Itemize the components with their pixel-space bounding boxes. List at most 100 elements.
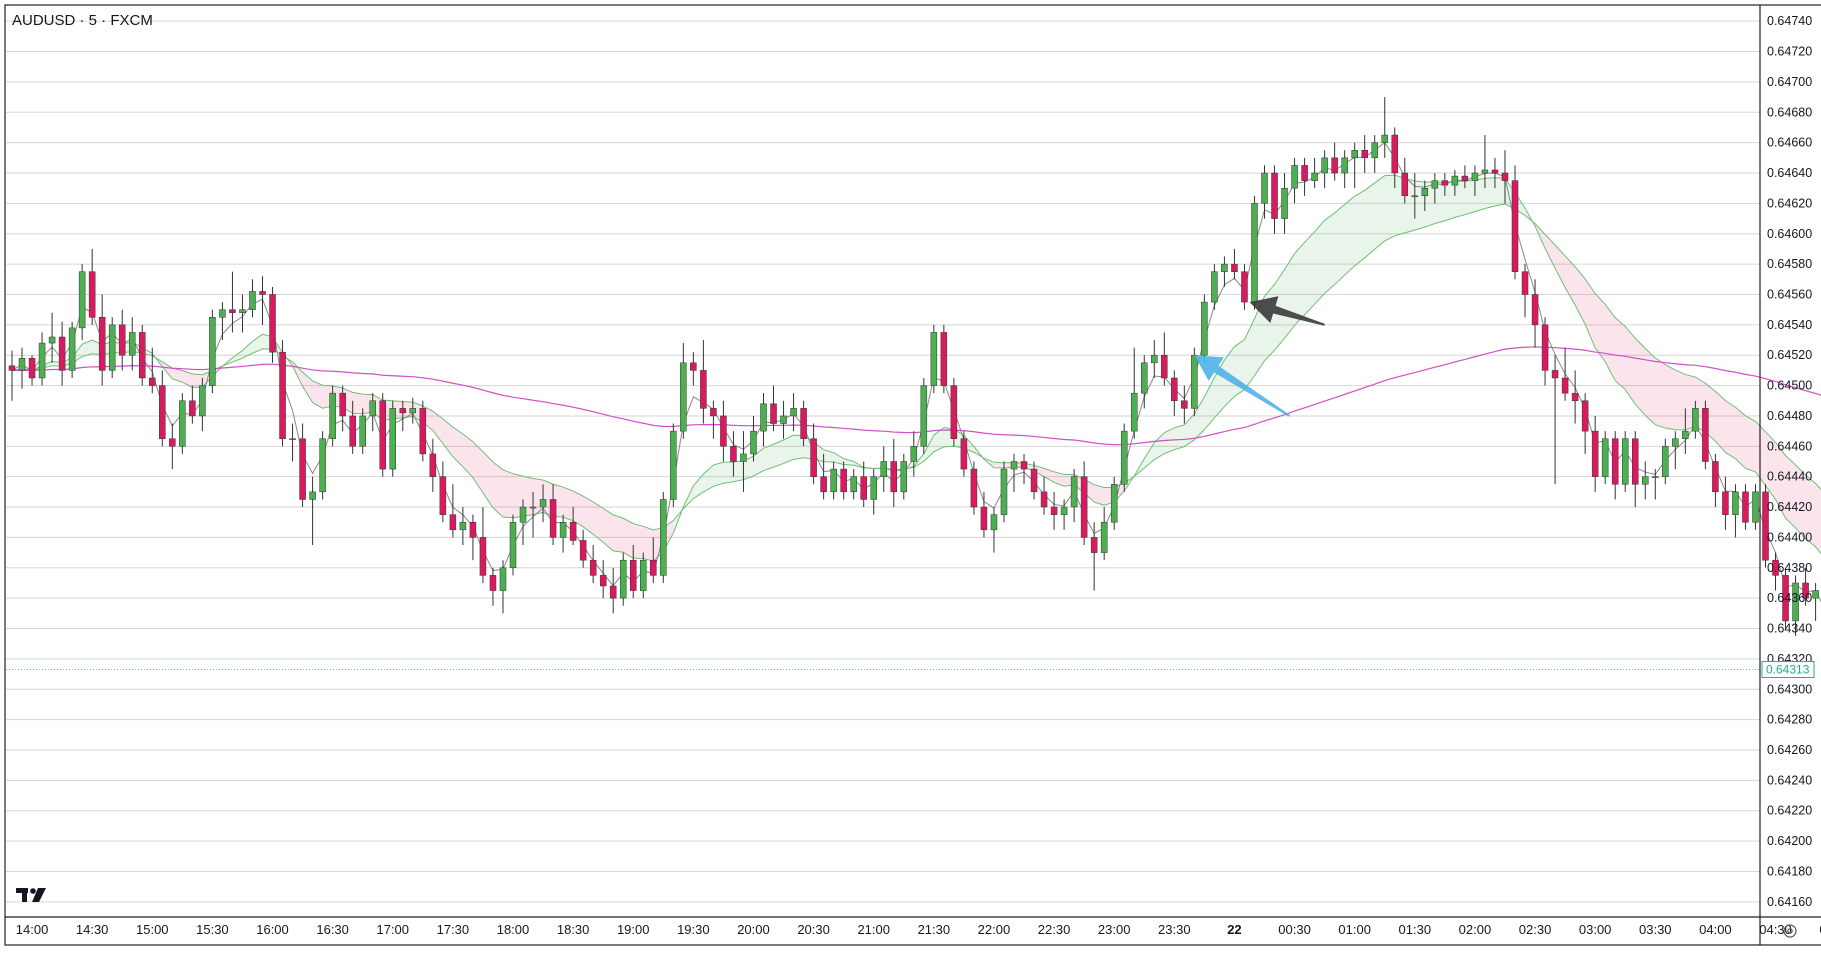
candle[interactable]	[1762, 484, 1769, 568]
candle-body-up	[660, 499, 667, 576]
candle[interactable]	[670, 423, 677, 508]
y-tick-label: 0.64660	[1767, 136, 1812, 150]
candle-body-down	[609, 585, 617, 599]
logo-stem	[22, 888, 27, 902]
candle[interactable]	[279, 340, 286, 447]
candle[interactable]	[920, 377, 928, 454]
candle-body-down	[58, 336, 66, 371]
x-tick-label: 18:00	[497, 922, 530, 937]
candle-body-down	[1722, 491, 1729, 515]
band-segment	[623, 518, 634, 559]
x-tick-label: 04:00	[1699, 922, 1732, 937]
candle[interactable]	[1201, 294, 1208, 363]
candle[interactable]	[379, 393, 386, 477]
band-segment	[1735, 407, 1746, 469]
y-tick-label: 0.64160	[1767, 895, 1812, 909]
x-tick-label: 22:30	[1038, 922, 1071, 937]
candle-body-up	[219, 309, 226, 318]
candle[interactable]	[1251, 195, 1258, 310]
candle-body-up	[78, 271, 86, 329]
candle-body-down	[700, 370, 707, 409]
chart-container[interactable]: 0.64740 0.64720 0.64700 0.64680 0.64660 0.646…	[0, 0, 1821, 950]
candle-body-down	[28, 358, 36, 379]
candle-body-down	[840, 468, 847, 493]
candle-body-up	[1100, 521, 1108, 553]
candle-body-down	[299, 438, 306, 500]
candle[interactable]	[108, 317, 116, 378]
candle[interactable]	[1120, 423, 1128, 492]
candle[interactable]	[1702, 400, 1709, 470]
band-segment	[502, 469, 513, 518]
candle-body-up	[1381, 134, 1388, 143]
candle-body-up	[128, 332, 136, 356]
candle[interactable]	[950, 377, 958, 447]
candle-body-up	[640, 559, 647, 591]
candle-body-up	[750, 430, 757, 455]
band-segment	[1785, 455, 1796, 529]
candle-body-up	[1151, 354, 1158, 364]
candle-body-down	[690, 362, 697, 371]
candle-body-up	[239, 309, 246, 313]
band-segment	[633, 523, 644, 559]
candle[interactable]	[1110, 476, 1118, 530]
candle[interactable]	[329, 385, 336, 447]
band-segment	[1454, 181, 1465, 218]
candle[interactable]	[940, 324, 948, 394]
candle[interactable]	[970, 461, 978, 515]
candle-body-down	[589, 559, 597, 576]
candle[interactable]	[1601, 431, 1609, 485]
candlestick-chart[interactable]: 0.64740 0.64720 0.64700 0.64680 0.64660 0.646…	[0, 0, 1821, 950]
x-tick-label: 02:00	[1459, 922, 1492, 937]
x-tick-label: 01:30	[1399, 922, 1432, 937]
candle-body-down	[1461, 175, 1469, 181]
candle[interactable]	[660, 491, 667, 583]
candle-body-down	[469, 521, 477, 538]
candle-body-up	[459, 521, 467, 531]
candle[interactable]	[419, 400, 427, 462]
candle[interactable]	[209, 309, 216, 394]
candle-body-up	[369, 400, 376, 417]
band-segment	[1725, 400, 1736, 459]
band-segment	[723, 462, 734, 484]
candle[interactable]	[1621, 431, 1629, 492]
candle[interactable]	[269, 286, 276, 363]
candle[interactable]	[1511, 165, 1519, 280]
candle-body-down	[1231, 263, 1238, 272]
candle[interactable]	[139, 324, 146, 386]
candle-body-up	[619, 559, 627, 599]
candle[interactable]	[619, 552, 627, 606]
candle-body-down	[980, 506, 988, 531]
y-tick-label: 0.64340	[1767, 622, 1812, 636]
candle-body-up	[1421, 187, 1429, 197]
candle[interactable]	[930, 324, 938, 394]
candle-body-up	[309, 491, 316, 500]
band-segment	[643, 526, 654, 562]
candle-body-down	[810, 438, 817, 477]
band-segment	[1294, 242, 1305, 326]
candle-body-down	[489, 575, 497, 591]
candle[interactable]	[509, 514, 517, 576]
candle-body-up	[1221, 263, 1228, 272]
candle-body-up	[409, 408, 417, 414]
candle[interactable]	[179, 393, 186, 454]
candle-body-down	[1401, 172, 1409, 197]
candle-body-down	[1271, 172, 1278, 219]
candle-body-down	[449, 514, 457, 531]
candle-body-up	[1481, 169, 1489, 174]
candle[interactable]	[1000, 461, 1008, 523]
band-segment	[1344, 196, 1355, 276]
candle-body-up	[1010, 461, 1018, 470]
candle-body-down	[569, 521, 577, 541]
candle-body-down	[629, 559, 637, 591]
candle[interactable]	[68, 321, 76, 378]
candle[interactable]	[319, 431, 326, 500]
candle-body-down	[1491, 169, 1499, 174]
candle[interactable]	[389, 400, 397, 477]
x-tick-label: 17:00	[376, 922, 409, 937]
candle-body-up	[1070, 476, 1078, 508]
candle-body-up	[1621, 438, 1629, 485]
candle-body-down	[940, 332, 948, 386]
candle-body-up	[830, 468, 837, 493]
candle-body-up	[680, 362, 687, 432]
band-segment	[1494, 177, 1505, 206]
